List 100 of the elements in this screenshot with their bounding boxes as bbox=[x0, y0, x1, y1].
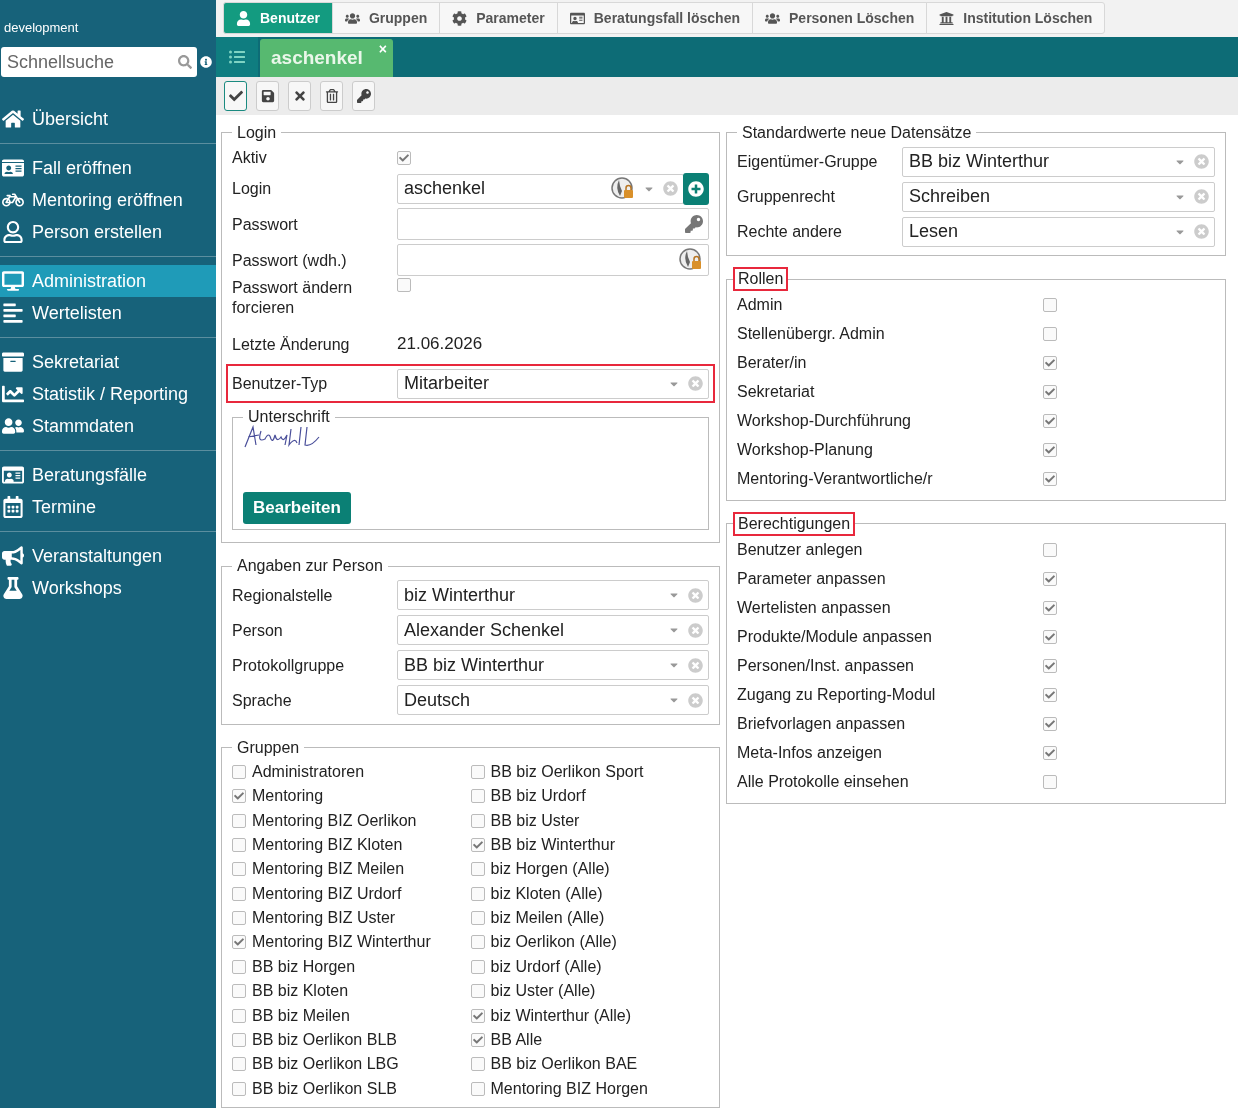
password-field[interactable] bbox=[397, 208, 709, 241]
clear-icon[interactable] bbox=[688, 657, 703, 673]
checkbox[interactable] bbox=[232, 837, 246, 852]
clear-icon[interactable] bbox=[688, 692, 703, 708]
sidebar-item[interactable]: Termine bbox=[0, 491, 216, 523]
checkbox[interactable] bbox=[1043, 356, 1057, 371]
sidebar-item[interactable]: Übersicht bbox=[0, 103, 216, 135]
select-field[interactable]: Mitarbeiter bbox=[397, 368, 709, 399]
edit-button[interactable]: Bearbeiten bbox=[243, 492, 351, 525]
cancel-button[interactable] bbox=[288, 80, 311, 111]
checkbox[interactable] bbox=[397, 278, 411, 293]
checkbox[interactable] bbox=[232, 984, 246, 999]
checkbox[interactable] bbox=[232, 789, 246, 804]
check-icon bbox=[1045, 574, 1055, 585]
password-field[interactable] bbox=[397, 244, 709, 277]
role-label: Mentoring-Verantwortliche/r bbox=[737, 470, 934, 489]
select-field[interactable]: Lesen bbox=[902, 216, 1215, 247]
checkbox[interactable] bbox=[470, 1008, 485, 1023]
search-field[interactable]: Schnellsuche bbox=[1, 47, 197, 77]
checkbox[interactable] bbox=[1043, 572, 1057, 587]
sidebar-item[interactable]: Wertelisten bbox=[0, 297, 216, 329]
checkbox[interactable] bbox=[232, 862, 246, 877]
gear-icon bbox=[452, 10, 468, 26]
checkbox[interactable] bbox=[232, 1057, 246, 1072]
clear-icon[interactable] bbox=[1194, 224, 1209, 240]
checkbox[interactable] bbox=[1043, 659, 1057, 674]
checkbox[interactable] bbox=[232, 935, 246, 950]
checkbox[interactable] bbox=[470, 813, 485, 828]
checkbox[interactable] bbox=[470, 935, 485, 950]
checkbox[interactable] bbox=[470, 886, 485, 901]
clear-icon[interactable] bbox=[688, 622, 703, 638]
select-field[interactable]: biz Winterthur bbox=[397, 580, 709, 611]
checkbox[interactable] bbox=[470, 837, 485, 852]
sidebar-item[interactable]: Workshops bbox=[0, 572, 216, 604]
checkbox[interactable] bbox=[470, 1081, 485, 1096]
select-field[interactable]: Deutsch bbox=[397, 685, 709, 716]
checkbox[interactable] bbox=[232, 959, 246, 974]
select-field[interactable]: BB biz Winterthur bbox=[397, 650, 709, 681]
tab[interactable]: Personen Löschen bbox=[752, 2, 928, 35]
checkbox[interactable] bbox=[1043, 746, 1057, 761]
checkbox[interactable] bbox=[470, 1033, 485, 1047]
sidebar-item[interactable]: Veranstaltungen bbox=[0, 540, 216, 572]
checkbox[interactable] bbox=[1043, 543, 1057, 558]
checkbox[interactable] bbox=[1043, 688, 1057, 703]
clear-icon[interactable] bbox=[1194, 154, 1209, 170]
select-field[interactable]: BB biz Winterthur bbox=[902, 146, 1215, 177]
checkbox[interactable] bbox=[470, 984, 485, 999]
clear-icon[interactable] bbox=[1194, 189, 1209, 205]
clear-icon[interactable] bbox=[688, 376, 703, 392]
tab[interactable]: Beratungsfall löschen bbox=[556, 2, 753, 35]
sidebar-item[interactable]: Mentoring eröffnen bbox=[0, 184, 216, 216]
checkbox[interactable] bbox=[397, 150, 411, 165]
sidebar-item[interactable]: Person erstellen bbox=[0, 216, 216, 248]
checkbox[interactable] bbox=[232, 764, 246, 779]
field-label: Eigentümer-Gruppe bbox=[737, 152, 879, 172]
tab[interactable]: Gruppen bbox=[331, 2, 441, 35]
checkbox[interactable] bbox=[1043, 601, 1057, 616]
delete-button[interactable] bbox=[320, 80, 343, 111]
checkbox[interactable] bbox=[1043, 717, 1057, 732]
checkbox[interactable] bbox=[1043, 385, 1057, 400]
sidebar-item[interactable]: Stammdaten bbox=[0, 410, 216, 442]
checkbox[interactable] bbox=[232, 813, 246, 828]
field-label: Protokollgruppe bbox=[232, 655, 346, 676]
tab[interactable]: Parameter bbox=[439, 2, 558, 35]
sidebar-item[interactable]: Fall eröffnen bbox=[0, 152, 216, 184]
checkbox[interactable] bbox=[232, 1081, 246, 1096]
checkbox[interactable] bbox=[470, 789, 485, 804]
sidebar-item[interactable]: Beratungsfälle bbox=[0, 459, 216, 491]
checkbox-label: BB biz Oerlikon SLB bbox=[252, 1079, 397, 1098]
checkbox[interactable] bbox=[470, 911, 485, 926]
sidebar-item[interactable]: Sekretariat bbox=[0, 346, 216, 378]
list-button[interactable] bbox=[216, 36, 258, 77]
checkbox[interactable] bbox=[1043, 327, 1057, 342]
checkbox[interactable] bbox=[232, 1033, 246, 1047]
login-field[interactable]: aschenkel bbox=[397, 173, 684, 204]
checkbox[interactable] bbox=[470, 959, 485, 974]
checkbox[interactable] bbox=[470, 1057, 485, 1072]
checkbox[interactable] bbox=[232, 886, 246, 901]
info-icon[interactable] bbox=[200, 56, 212, 68]
save-button[interactable] bbox=[256, 80, 279, 111]
checkbox[interactable] bbox=[1043, 414, 1057, 429]
checkbox[interactable] bbox=[470, 862, 485, 877]
checkbox[interactable] bbox=[1043, 775, 1057, 790]
select-field[interactable]: Schreiben bbox=[902, 181, 1215, 212]
checkbox[interactable] bbox=[1043, 630, 1057, 645]
checkbox[interactable] bbox=[232, 911, 246, 926]
checkbox[interactable] bbox=[1043, 298, 1057, 313]
add-button[interactable] bbox=[683, 172, 709, 205]
checkbox[interactable] bbox=[470, 764, 485, 779]
checkbox[interactable] bbox=[1043, 472, 1057, 487]
checkbox[interactable] bbox=[232, 1008, 246, 1023]
tab[interactable]: Benutzer bbox=[223, 2, 333, 35]
checkbox[interactable] bbox=[1043, 443, 1057, 458]
select-field[interactable]: Alexander Schenkel bbox=[397, 615, 709, 646]
clear-icon[interactable] bbox=[663, 181, 678, 197]
confirm-button[interactable] bbox=[224, 80, 247, 111]
key-button[interactable] bbox=[352, 80, 375, 111]
sidebar-item[interactable]: Statistik / Reporting bbox=[0, 378, 216, 410]
clear-icon[interactable] bbox=[688, 587, 703, 603]
tab[interactable]: Institution Löschen bbox=[926, 2, 1106, 35]
